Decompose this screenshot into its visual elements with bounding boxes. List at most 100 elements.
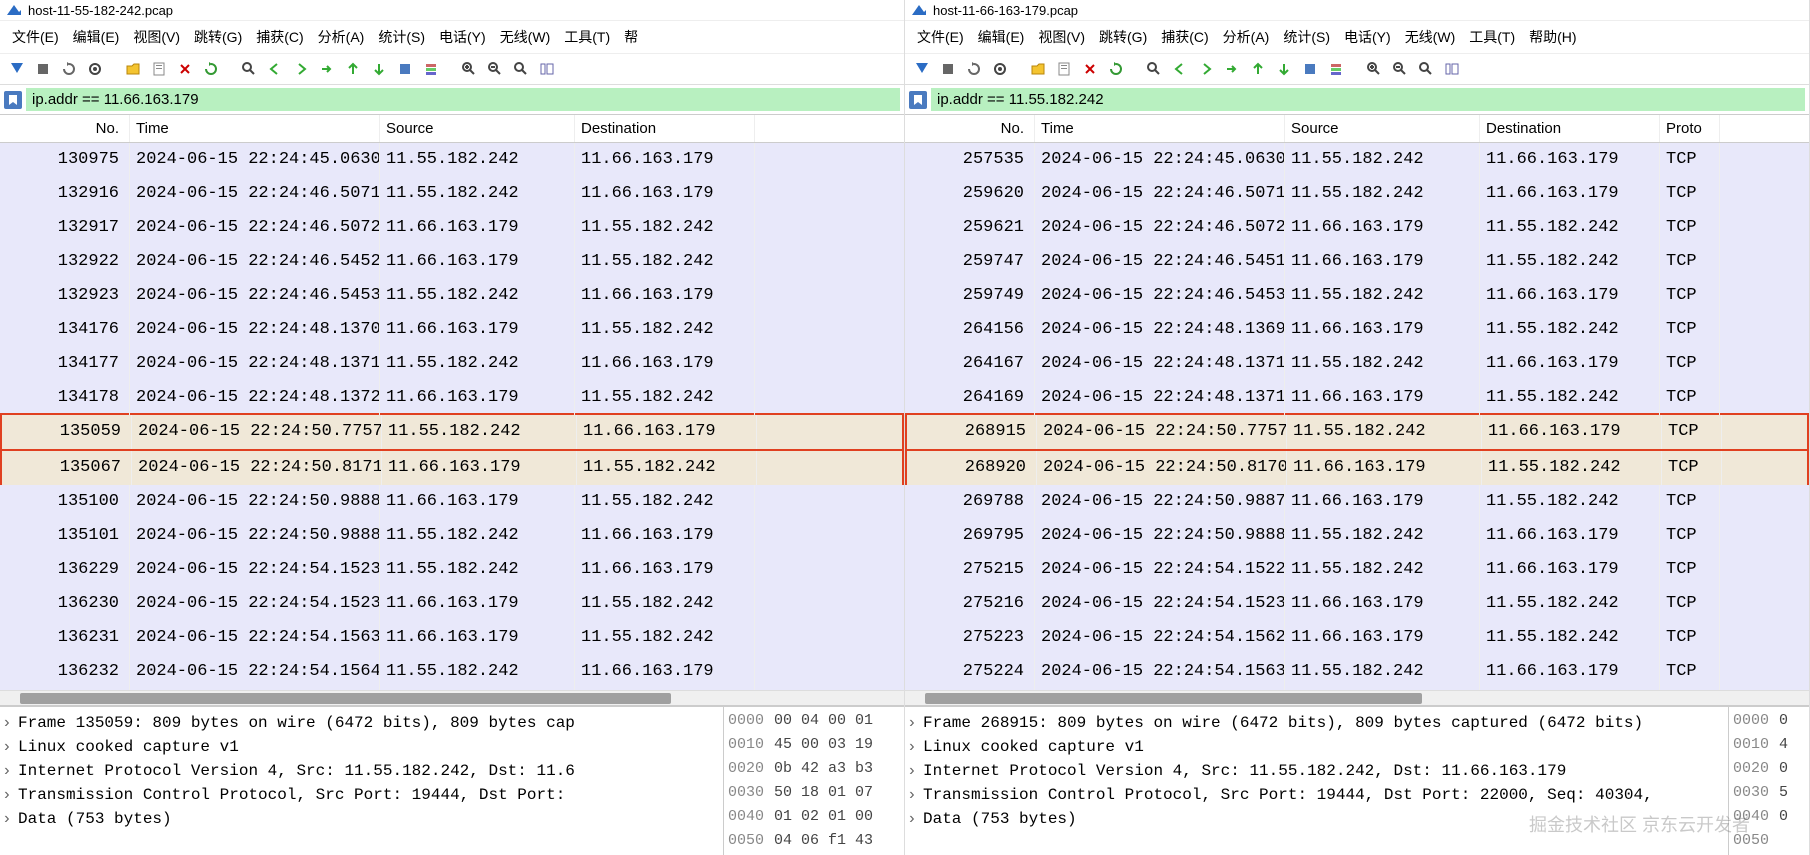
packet-row[interactable]: 2752242024-06-15 22:24:54.15639811.55.18… bbox=[905, 655, 1809, 689]
zoom-in-icon[interactable] bbox=[458, 58, 480, 80]
packet-row[interactable]: 1362292024-06-15 22:24:54.15230111.55.18… bbox=[0, 553, 904, 587]
close-icon[interactable] bbox=[174, 58, 196, 80]
column-time[interactable]: Time bbox=[130, 115, 380, 142]
packet-tree[interactable]: ›Frame 268915: 809 bytes on wire (6472 b… bbox=[905, 707, 1729, 855]
next-icon[interactable] bbox=[290, 58, 312, 80]
column-time[interactable]: Time bbox=[1035, 115, 1285, 142]
packet-row[interactable]: 2641562024-06-15 22:24:48.13695911.66.16… bbox=[905, 313, 1809, 347]
menu-file[interactable]: 文件(E) bbox=[913, 25, 968, 49]
packet-tree[interactable]: ›Frame 135059: 809 bytes on wire (6472 b… bbox=[0, 707, 724, 855]
menu-capture[interactable]: 捕获(C) bbox=[1157, 25, 1212, 49]
packet-row[interactable]: 2597472024-06-15 22:24:46.54518411.66.16… bbox=[905, 245, 1809, 279]
packet-list[interactable]: 2575352024-06-15 22:24:45.06307411.55.18… bbox=[905, 143, 1809, 690]
start-capture-icon[interactable] bbox=[911, 58, 933, 80]
first-icon[interactable] bbox=[1247, 58, 1269, 80]
zoom-out-icon[interactable] bbox=[484, 58, 506, 80]
menu-telephony[interactable]: 电话(Y) bbox=[435, 25, 490, 49]
start-capture-icon[interactable] bbox=[6, 58, 28, 80]
tree-node[interactable]: ›Transmission Control Protocol, Src Port… bbox=[2, 783, 721, 807]
horizontal-scrollbar[interactable] bbox=[0, 690, 904, 705]
prev-icon[interactable] bbox=[1169, 58, 1191, 80]
first-icon[interactable] bbox=[342, 58, 364, 80]
packet-row[interactable]: 1350592024-06-15 22:24:50.77573011.55.18… bbox=[0, 413, 904, 451]
menu-go[interactable]: 跳转(G) bbox=[1095, 25, 1151, 49]
packet-row[interactable]: 1351012024-06-15 22:24:50.98889611.55.18… bbox=[0, 519, 904, 553]
hex-view[interactable]: 000000010400200003050040000500060 bbox=[1729, 707, 1809, 855]
menu-file[interactable]: 文件(E) bbox=[8, 25, 63, 49]
tree-node[interactable]: ›Internet Protocol Version 4, Src: 11.55… bbox=[2, 759, 721, 783]
packet-row[interactable]: 2641672024-06-15 22:24:48.13716511.55.18… bbox=[905, 347, 1809, 381]
column-no[interactable]: No. bbox=[0, 115, 130, 142]
column-no[interactable]: No. bbox=[905, 115, 1035, 142]
packet-row[interactable]: 2752152024-06-15 22:24:54.15229011.55.18… bbox=[905, 553, 1809, 587]
menu-analyze[interactable]: 分析(A) bbox=[1219, 25, 1274, 49]
last-icon[interactable] bbox=[368, 58, 390, 80]
prev-icon[interactable] bbox=[264, 58, 286, 80]
tree-node[interactable]: ›Linux cooked capture v1 bbox=[2, 735, 721, 759]
restart-capture-icon[interactable] bbox=[963, 58, 985, 80]
goto-icon[interactable] bbox=[1221, 58, 1243, 80]
tree-node[interactable]: ›Internet Protocol Version 4, Src: 11.55… bbox=[907, 759, 1726, 783]
packet-row[interactable]: 1362302024-06-15 22:24:54.15239011.66.16… bbox=[0, 587, 904, 621]
packet-row[interactable]: 2575352024-06-15 22:24:45.06307411.55.18… bbox=[905, 143, 1809, 177]
zoom-in-icon[interactable] bbox=[1363, 58, 1385, 80]
packet-row[interactable]: 1341762024-06-15 22:24:48.13704711.66.16… bbox=[0, 313, 904, 347]
reload-icon[interactable] bbox=[200, 58, 222, 80]
stop-capture-icon[interactable] bbox=[937, 58, 959, 80]
packet-row[interactable]: 1341772024-06-15 22:24:48.13717211.55.18… bbox=[0, 347, 904, 381]
packet-row[interactable]: 1329172024-06-15 22:24:46.50729211.66.16… bbox=[0, 211, 904, 245]
save-icon[interactable] bbox=[148, 58, 170, 80]
open-icon[interactable] bbox=[1027, 58, 1049, 80]
packet-row[interactable]: 1362312024-06-15 22:24:54.15638211.66.16… bbox=[0, 621, 904, 655]
menu-view[interactable]: 视图(V) bbox=[1034, 25, 1089, 49]
packet-list[interactable]: 1309752024-06-15 22:24:45.06309311.55.18… bbox=[0, 143, 904, 690]
column-destination[interactable]: Destination bbox=[1480, 115, 1660, 142]
last-icon[interactable] bbox=[1273, 58, 1295, 80]
menu-go[interactable]: 跳转(G) bbox=[190, 25, 246, 49]
colorize-icon[interactable] bbox=[1325, 58, 1347, 80]
display-filter-input[interactable] bbox=[26, 88, 900, 111]
menu-edit[interactable]: 编辑(E) bbox=[69, 25, 124, 49]
packet-row[interactable]: 2641692024-06-15 22:24:48.13718211.66.16… bbox=[905, 381, 1809, 415]
menu-help[interactable]: 帮 bbox=[620, 25, 642, 49]
menu-tools[interactable]: 工具(T) bbox=[1465, 25, 1519, 49]
save-icon[interactable] bbox=[1053, 58, 1075, 80]
goto-icon[interactable] bbox=[316, 58, 338, 80]
reload-icon[interactable] bbox=[1105, 58, 1127, 80]
packet-row[interactable]: 2689152024-06-15 22:24:50.77572311.55.18… bbox=[905, 413, 1809, 451]
open-icon[interactable] bbox=[122, 58, 144, 80]
packet-row[interactable]: 1329162024-06-15 22:24:46.50718511.55.18… bbox=[0, 177, 904, 211]
packet-row[interactable]: 1362322024-06-15 22:24:54.15641111.55.18… bbox=[0, 655, 904, 689]
packet-row[interactable]: 2689202024-06-15 22:24:50.81706311.66.16… bbox=[905, 449, 1809, 487]
tree-node[interactable]: ›Data (753 bytes) bbox=[2, 807, 721, 831]
column-protocol[interactable]: Proto bbox=[1660, 115, 1720, 142]
hex-view[interactable]: 000000 04 00 01001045 00 03 1900200b 42 … bbox=[724, 707, 904, 855]
stop-capture-icon[interactable] bbox=[32, 58, 54, 80]
menu-tools[interactable]: 工具(T) bbox=[560, 25, 614, 49]
close-icon[interactable] bbox=[1079, 58, 1101, 80]
packet-row[interactable]: 2596212024-06-15 22:24:46.50720211.66.16… bbox=[905, 211, 1809, 245]
find-icon[interactable] bbox=[238, 58, 260, 80]
filter-bookmark-icon[interactable] bbox=[909, 91, 927, 109]
column-source[interactable]: Source bbox=[1285, 115, 1480, 142]
autoscroll-icon[interactable] bbox=[394, 58, 416, 80]
tree-node[interactable]: ›Frame 135059: 809 bytes on wire (6472 b… bbox=[2, 711, 721, 735]
options-icon[interactable] bbox=[84, 58, 106, 80]
menu-wireless[interactable]: 无线(W) bbox=[1401, 25, 1460, 49]
menu-view[interactable]: 视图(V) bbox=[129, 25, 184, 49]
next-icon[interactable] bbox=[1195, 58, 1217, 80]
packet-row[interactable]: 2597492024-06-15 22:24:46.54530411.55.18… bbox=[905, 279, 1809, 313]
packet-row[interactable]: 1350672024-06-15 22:24:50.81714911.66.16… bbox=[0, 449, 904, 487]
options-icon[interactable] bbox=[989, 58, 1011, 80]
packet-row[interactable]: 2752162024-06-15 22:24:54.15230711.66.16… bbox=[905, 587, 1809, 621]
menu-edit[interactable]: 编辑(E) bbox=[974, 25, 1029, 49]
resize-columns-icon[interactable] bbox=[536, 58, 558, 80]
column-source[interactable]: Source bbox=[380, 115, 575, 142]
column-destination[interactable]: Destination bbox=[575, 115, 755, 142]
resize-columns-icon[interactable] bbox=[1441, 58, 1463, 80]
display-filter-input[interactable] bbox=[931, 88, 1805, 111]
packet-row[interactable]: 2697882024-06-15 22:24:50.98877611.66.16… bbox=[905, 485, 1809, 519]
packet-row[interactable]: 1329232024-06-15 22:24:46.54531811.55.18… bbox=[0, 279, 904, 313]
packet-row[interactable]: 1329222024-06-15 22:24:46.54528411.66.16… bbox=[0, 245, 904, 279]
packet-row[interactable]: 2752232024-06-15 22:24:54.15628511.66.16… bbox=[905, 621, 1809, 655]
